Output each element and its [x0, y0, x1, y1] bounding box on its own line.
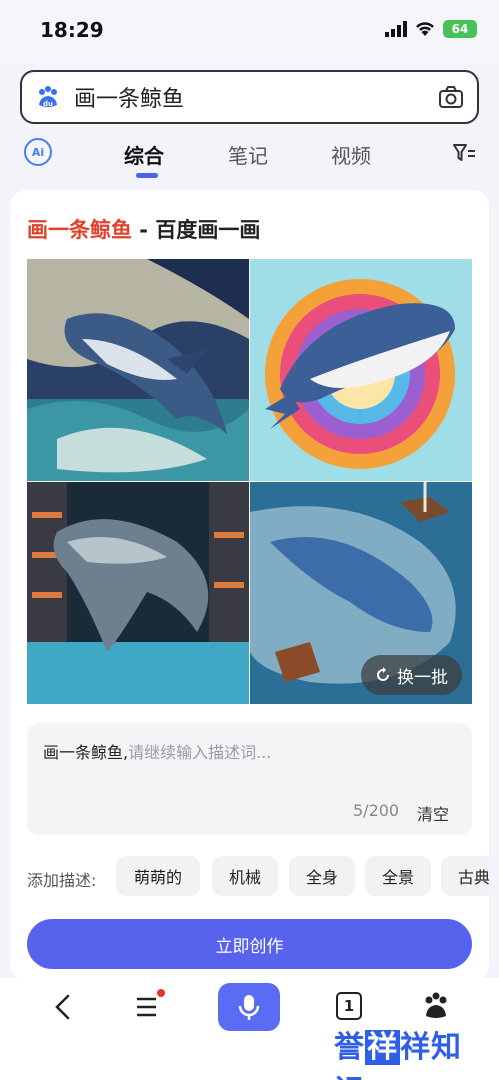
battery-icon: 64 [443, 20, 477, 38]
status-time: 18:29 [40, 18, 104, 42]
svg-text:du: du [43, 100, 53, 108]
filter-icon[interactable] [451, 140, 477, 166]
refresh-label: 换一批 [397, 667, 448, 688]
microphone-icon [238, 995, 260, 1020]
ai-icon[interactable]: Ai [24, 138, 52, 166]
tag-panorama[interactable]: 全景 [365, 856, 431, 896]
watermark-char-b: 祥 [365, 1030, 400, 1065]
clear-button[interactable]: 清空 [417, 801, 449, 825]
watermark-char-a: 誉 [334, 1030, 365, 1065]
watermark-logo: 誉祥祥知识 [334, 1018, 490, 1080]
status-icons: 64 [385, 20, 477, 38]
tag-full-body[interactable]: 全身 [289, 856, 355, 896]
tag-mechanical[interactable]: 机械 [212, 856, 278, 896]
whale-image-3[interactable] [27, 482, 249, 704]
prompt-placeholder: 请继续输入描述词... [128, 743, 272, 762]
card-title[interactable]: 画一条鲸鱼 - 百度画一画 [27, 214, 260, 244]
tab-notes[interactable]: 笔记 [228, 140, 268, 169]
tab-comprehensive[interactable]: 综合 [124, 140, 164, 169]
back-icon[interactable] [50, 992, 76, 1022]
prompt-value: 画一条鲸鱼, [43, 743, 129, 762]
watermark-text: 誉祥祥知识 [334, 1022, 490, 1080]
image-grid [27, 259, 472, 704]
prompt-text: 画一条鲸鱼,请继续输入描述词... [43, 739, 271, 763]
refresh-button[interactable]: 换一批 [361, 655, 462, 695]
char-counter: 5/200 [353, 801, 400, 820]
tab-video[interactable]: 视频 [331, 140, 371, 169]
card-title-highlight: 画一条鲸鱼 [27, 218, 132, 242]
search-input[interactable]: 画一条鲸鱼 [74, 81, 437, 113]
notification-dot [157, 989, 165, 997]
voice-search-button[interactable] [218, 983, 280, 1031]
create-button[interactable]: 立即创作 [27, 919, 472, 969]
tag-cute[interactable]: 萌萌的 [116, 856, 200, 896]
search-bar[interactable]: du 画一条鲸鱼 [20, 70, 479, 124]
baidu-paw-icon: du [39, 86, 57, 108]
wifi-icon [416, 22, 434, 36]
signal-icon [385, 21, 407, 37]
result-tabs: Ai 综合 笔记 视频 [0, 130, 499, 180]
camera-icon[interactable] [437, 83, 465, 111]
prompt-input[interactable]: 画一条鲸鱼,请继续输入描述词... 5/200 清空 [27, 723, 472, 835]
tag-classical[interactable]: 古典 [441, 856, 489, 896]
refresh-icon [377, 667, 389, 681]
image-generation-card: 画一条鲸鱼 - 百度画一画 换一批 画一条鲸鱼,请继续输入描述词... 5/20… [10, 190, 489, 980]
description-tags: 添加描述: 萌萌的 机械 全身 全景 古典 [27, 856, 489, 898]
tabs-icon[interactable]: 1 [336, 992, 362, 1020]
tags-label: 添加描述: [27, 871, 97, 890]
whale-image-2[interactable] [250, 259, 472, 481]
whale-image-1[interactable] [27, 259, 249, 481]
status-bar: 18:29 64 [0, 0, 499, 62]
card-title-suffix: - 百度画一画 [132, 218, 261, 242]
tab-indicator [136, 173, 158, 178]
